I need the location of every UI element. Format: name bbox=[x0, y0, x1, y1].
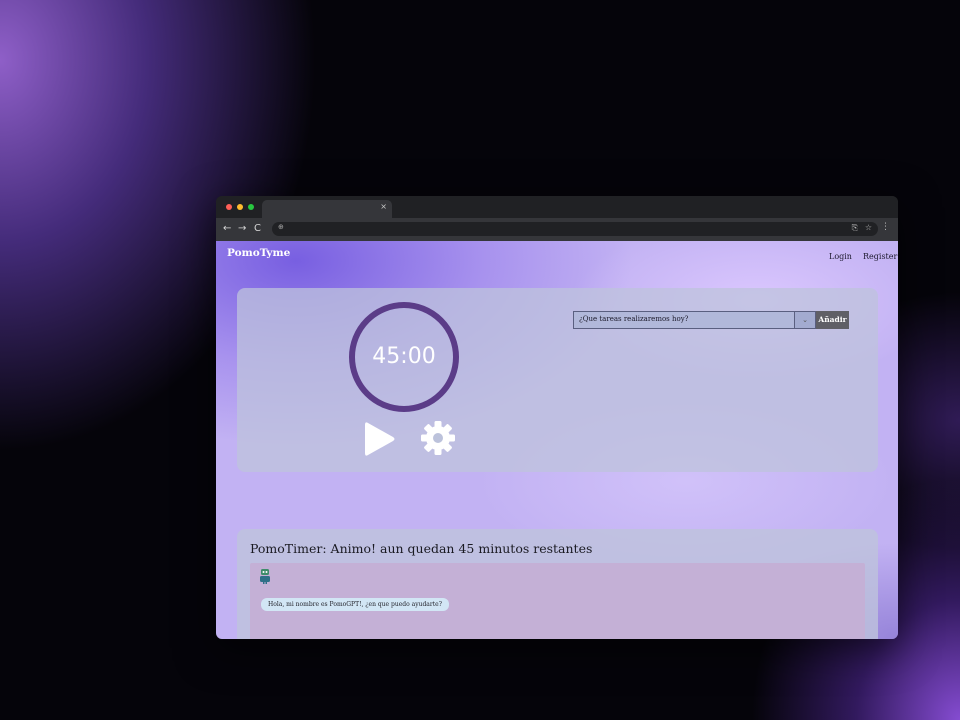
maximize-window-button[interactable] bbox=[248, 204, 254, 210]
browser-menu-icon[interactable]: ⋮ bbox=[881, 222, 890, 232]
close-window-button[interactable] bbox=[226, 204, 232, 210]
site-info-icon[interactable]: ⊕ bbox=[278, 223, 284, 231]
settings-button[interactable] bbox=[420, 420, 456, 456]
task-select[interactable]: ¿Que tareas realizaremos hoy? ⌄ bbox=[573, 311, 816, 329]
browser-toolbar: ← → C ⊕ ⎘ ☆ ⋮ bbox=[216, 218, 898, 241]
address-bar[interactable]: ⊕ ⎘ ☆ bbox=[272, 222, 878, 236]
reload-icon[interactable]: C bbox=[254, 222, 261, 236]
minimize-window-button[interactable] bbox=[237, 204, 243, 210]
chat-title: PomoTimer: Animo! aun quedan 45 minutos … bbox=[250, 541, 593, 556]
bookmark-star-icon[interactable]: ☆ bbox=[865, 223, 872, 232]
chat-card: PomoTimer: Animo! aun quedan 45 minutos … bbox=[237, 529, 878, 639]
register-link[interactable]: Register bbox=[863, 252, 897, 261]
back-arrow-icon[interactable]: ← bbox=[223, 222, 231, 236]
task-select-value: ¿Que tareas realizaremos hoy? bbox=[579, 315, 689, 323]
tab-close-icon[interactable]: × bbox=[380, 202, 387, 211]
add-task-button[interactable]: Añadir bbox=[816, 311, 849, 329]
chat-area: Hola, mi nombre es PomoGPT!, ¿en que pue… bbox=[250, 563, 865, 639]
bot-message-bubble: Hola, mi nombre es PomoGPT!, ¿en que pue… bbox=[261, 598, 449, 611]
gear-icon bbox=[421, 421, 455, 455]
browser-window: × ← → C ⊕ ⎘ ☆ ⋮ PomoTyme Login Register … bbox=[216, 196, 898, 639]
forward-arrow-icon[interactable]: → bbox=[238, 222, 246, 236]
desktop-background: { "browser": { "tab_close_glyph": "×", "… bbox=[0, 0, 960, 720]
timer-display: 45:00 bbox=[372, 344, 436, 369]
brand-logo[interactable]: PomoTyme bbox=[227, 247, 290, 259]
share-icon[interactable]: ⎘ bbox=[852, 223, 858, 233]
timer-card: 45:00 ¿Que tareas realizaremos hoy? ⌄ Añ… bbox=[237, 288, 878, 472]
robot-avatar-icon bbox=[260, 569, 270, 584]
play-icon bbox=[365, 422, 395, 456]
login-link[interactable]: Login bbox=[829, 252, 852, 261]
web-page: PomoTyme Login Register 45:00 ¿Que tarea… bbox=[216, 241, 898, 639]
play-button[interactable] bbox=[362, 419, 398, 459]
chevron-down-icon[interactable]: ⌄ bbox=[794, 312, 815, 328]
tab-bar: × bbox=[216, 196, 898, 218]
browser-tab[interactable]: × bbox=[262, 200, 392, 218]
